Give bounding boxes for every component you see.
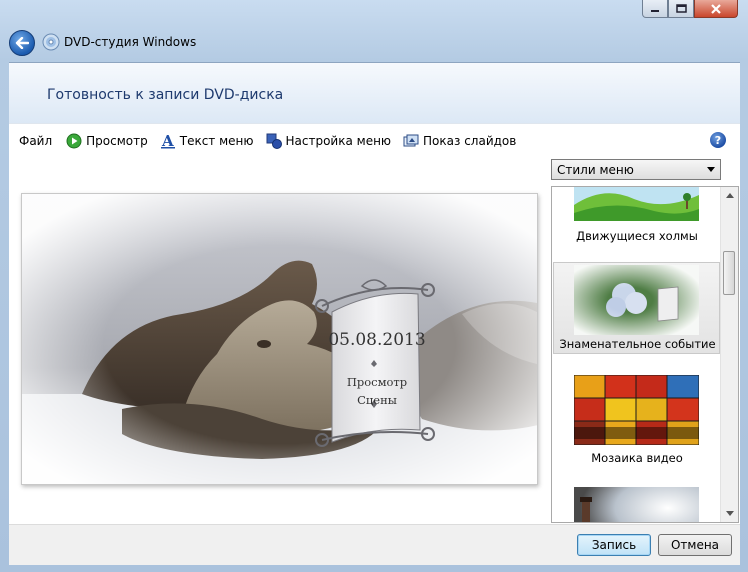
- style-item-label: Знаменательное событие: [559, 337, 716, 351]
- customize-menu-icon: [266, 133, 282, 149]
- minimize-button[interactable]: [642, 0, 668, 18]
- style-thumbnail: [574, 375, 699, 445]
- help-button[interactable]: ?: [710, 132, 726, 148]
- page-title: Готовность к записи DVD-диска: [47, 87, 284, 103]
- slideshow-button-label: Показ слайдов: [423, 133, 517, 148]
- menu-settings-button[interactable]: Настройка меню: [262, 129, 396, 153]
- toolbar: Файл Просмотр A Текст меню Настройка мен…: [9, 123, 740, 158]
- back-arrow-icon: [15, 37, 29, 49]
- menu-styles-dropdown-value: Стили меню: [557, 162, 634, 177]
- play-icon: [66, 133, 82, 149]
- scrollbar-thumb[interactable]: [723, 251, 735, 295]
- style-item-lighthouse[interactable]: [552, 485, 722, 522]
- cancel-button-label: Отмена: [670, 538, 720, 552]
- slideshow-icon: [403, 133, 419, 149]
- window-title: DVD-студия Windows: [64, 35, 197, 49]
- maximize-icon: [675, 4, 687, 13]
- preview-button[interactable]: Просмотр: [62, 129, 152, 153]
- maximize-button[interactable]: [668, 0, 694, 18]
- style-thumbnail: [574, 487, 699, 522]
- menu-preview-image: [22, 194, 537, 484]
- chevron-down-icon: [707, 167, 715, 172]
- scroll-up-icon: [725, 193, 734, 198]
- menu-scenes-link[interactable]: Сцены: [327, 393, 427, 407]
- menu-styles-dropdown[interactable]: Стили меню: [551, 159, 721, 180]
- style-item-video-mosaic[interactable]: Мозаика видео: [552, 373, 722, 479]
- dvd-app-icon: [42, 33, 60, 51]
- menu-settings-button-label: Настройка меню: [285, 133, 392, 148]
- close-button[interactable]: [694, 0, 738, 18]
- menu-text-button[interactable]: A Текст меню: [156, 129, 258, 153]
- menu-preview: 05.08.2013 Просмотр Сцены: [21, 193, 538, 485]
- close-icon: [711, 3, 721, 14]
- action-bar: Запись Отмена: [9, 524, 740, 565]
- back-button[interactable]: [9, 30, 35, 56]
- burn-button-label: Запись: [591, 538, 637, 552]
- window-frame: DVD-студия Windows Готовность к записи D…: [0, 0, 748, 572]
- cancel-button[interactable]: Отмена: [658, 534, 732, 556]
- style-item-special-occasion[interactable]: Знаменательное событие: [553, 262, 720, 354]
- menu-date-text: 05.08.2013: [328, 330, 426, 350]
- burn-button[interactable]: Запись: [577, 534, 651, 556]
- menu-styles-list: Движущиеся холмы Знаменательное событие …: [551, 186, 739, 523]
- page-header: Готовность к записи DVD-диска: [9, 62, 740, 124]
- style-thumbnail: [574, 265, 699, 335]
- text-a-icon: A: [160, 133, 176, 149]
- window-controls: [642, 0, 738, 20]
- file-menu-label: Файл: [19, 133, 53, 148]
- style-item-label: Мозаика видео: [591, 451, 683, 465]
- menu-text-button-label: Текст меню: [179, 133, 254, 148]
- style-thumbnail: [574, 187, 699, 221]
- scroll-down-button[interactable]: [721, 505, 738, 522]
- menu-play-link[interactable]: Просмотр: [327, 375, 427, 389]
- styles-scrollbar[interactable]: [720, 187, 738, 522]
- slideshow-button[interactable]: Показ слайдов: [399, 129, 520, 153]
- style-item-label: Движущиеся холмы: [576, 229, 698, 243]
- scroll-up-button[interactable]: [721, 187, 738, 204]
- help-icon: ?: [714, 133, 722, 147]
- svg-text:A: A: [161, 133, 174, 149]
- minimize-icon: [651, 9, 659, 12]
- file-menu[interactable]: Файл: [15, 129, 56, 153]
- style-item-rolling-hills[interactable]: Движущиеся холмы: [552, 187, 722, 245]
- main-area: 05.08.2013 Просмотр Сцены Стили меню Дви…: [9, 157, 740, 524]
- scroll-down-icon: [725, 511, 734, 516]
- preview-button-label: Просмотр: [86, 133, 148, 148]
